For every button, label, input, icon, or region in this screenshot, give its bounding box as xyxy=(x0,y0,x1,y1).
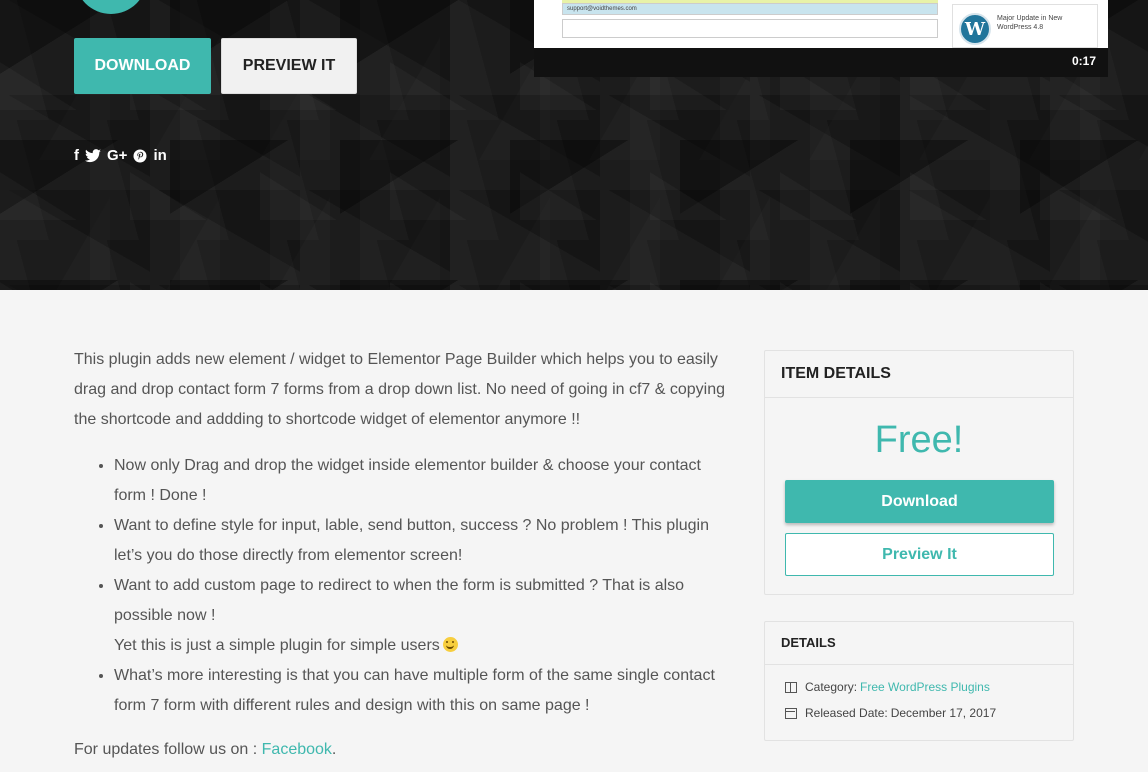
google-plus-icon[interactable]: G+ xyxy=(107,147,127,165)
twitter-icon[interactable] xyxy=(85,149,101,163)
intro-paragraph: This plugin adds new element / widget to… xyxy=(74,351,726,428)
list-item-extra-text: Yet this is just a simple plugin for sim… xyxy=(114,637,440,654)
plugin-description: This plugin adds new element / widget to… xyxy=(74,345,734,765)
hero-preview-button[interactable]: PREVIEW IT xyxy=(221,38,357,94)
linkedin-icon[interactable]: in xyxy=(153,147,166,165)
video-player[interactable]: support@voidthemes.com W Major Update in… xyxy=(534,0,1108,77)
list-item: Now only Drag and drop the widget inside… xyxy=(114,451,734,511)
item-details-title: ITEM DETAILS xyxy=(765,351,1073,398)
list-item: Want to define style for input, lable, s… xyxy=(114,511,734,571)
released-date: December 17, 2017 xyxy=(890,706,997,720)
category-row: Category: Free WordPress Plugins xyxy=(785,680,990,694)
list-item-text: Want to define style for input, lable, s… xyxy=(114,517,709,564)
pinterest-icon[interactable] xyxy=(133,149,147,163)
released-label: Released Date: xyxy=(805,706,888,720)
sidebar-download-button[interactable]: Download xyxy=(785,480,1054,523)
video-timestamp: 0:17 xyxy=(1071,54,1096,68)
follow-suffix: . xyxy=(331,741,337,758)
list-item-text: What’s more interesting is that you can … xyxy=(114,667,715,714)
released-row: Released Date: December 17, 2017 xyxy=(785,706,996,720)
hero-banner: DOWNLOAD PREVIEW IT f G+ in support@void… xyxy=(0,0,1148,290)
facebook-link[interactable]: Facebook xyxy=(262,741,332,758)
details-card: DETAILS Category: Free WordPress Plugins… xyxy=(764,621,1074,741)
category-label: Category: xyxy=(805,680,858,694)
video-card-title: Major Update in New WordPress 4.8 xyxy=(997,15,1063,31)
item-details-card: ITEM DETAILS Free! Download Preview It xyxy=(764,350,1074,595)
hero-download-button[interactable]: DOWNLOAD xyxy=(74,38,211,94)
details-title: DETAILS xyxy=(765,622,1073,665)
product-logo-icon xyxy=(75,0,147,14)
follow-line: For updates follow us on : Facebook. xyxy=(74,735,734,765)
video-input-box xyxy=(562,19,938,38)
smile-emoji-icon xyxy=(442,637,458,652)
book-icon xyxy=(785,681,797,693)
feature-list: Now only Drag and drop the widget inside… xyxy=(114,451,734,721)
list-item-text: Now only Drag and drop the widget inside… xyxy=(114,457,701,504)
price-label: Free! xyxy=(874,419,964,461)
wordpress-logo-icon: W xyxy=(959,13,991,45)
facebook-icon[interactable]: f xyxy=(74,147,79,165)
video-email-field: support@voidthemes.com xyxy=(562,0,938,15)
video-news-card: W Major Update in New WordPress 4.8 xyxy=(952,4,1098,48)
video-frame: support@voidthemes.com W Major Update in… xyxy=(534,0,1108,48)
follow-prefix: For updates follow us on : xyxy=(74,741,262,758)
list-item: What’s more interesting is that you can … xyxy=(114,661,734,721)
list-item: Want to add custom page to redirect to w… xyxy=(114,571,734,661)
calendar-icon xyxy=(785,707,797,719)
social-share-bar: f G+ in xyxy=(74,147,167,165)
sidebar-preview-button[interactable]: Preview It xyxy=(785,533,1054,576)
category-link[interactable]: Free WordPress Plugins xyxy=(860,680,990,694)
list-item-text: Want to add custom page to redirect to w… xyxy=(114,577,685,624)
